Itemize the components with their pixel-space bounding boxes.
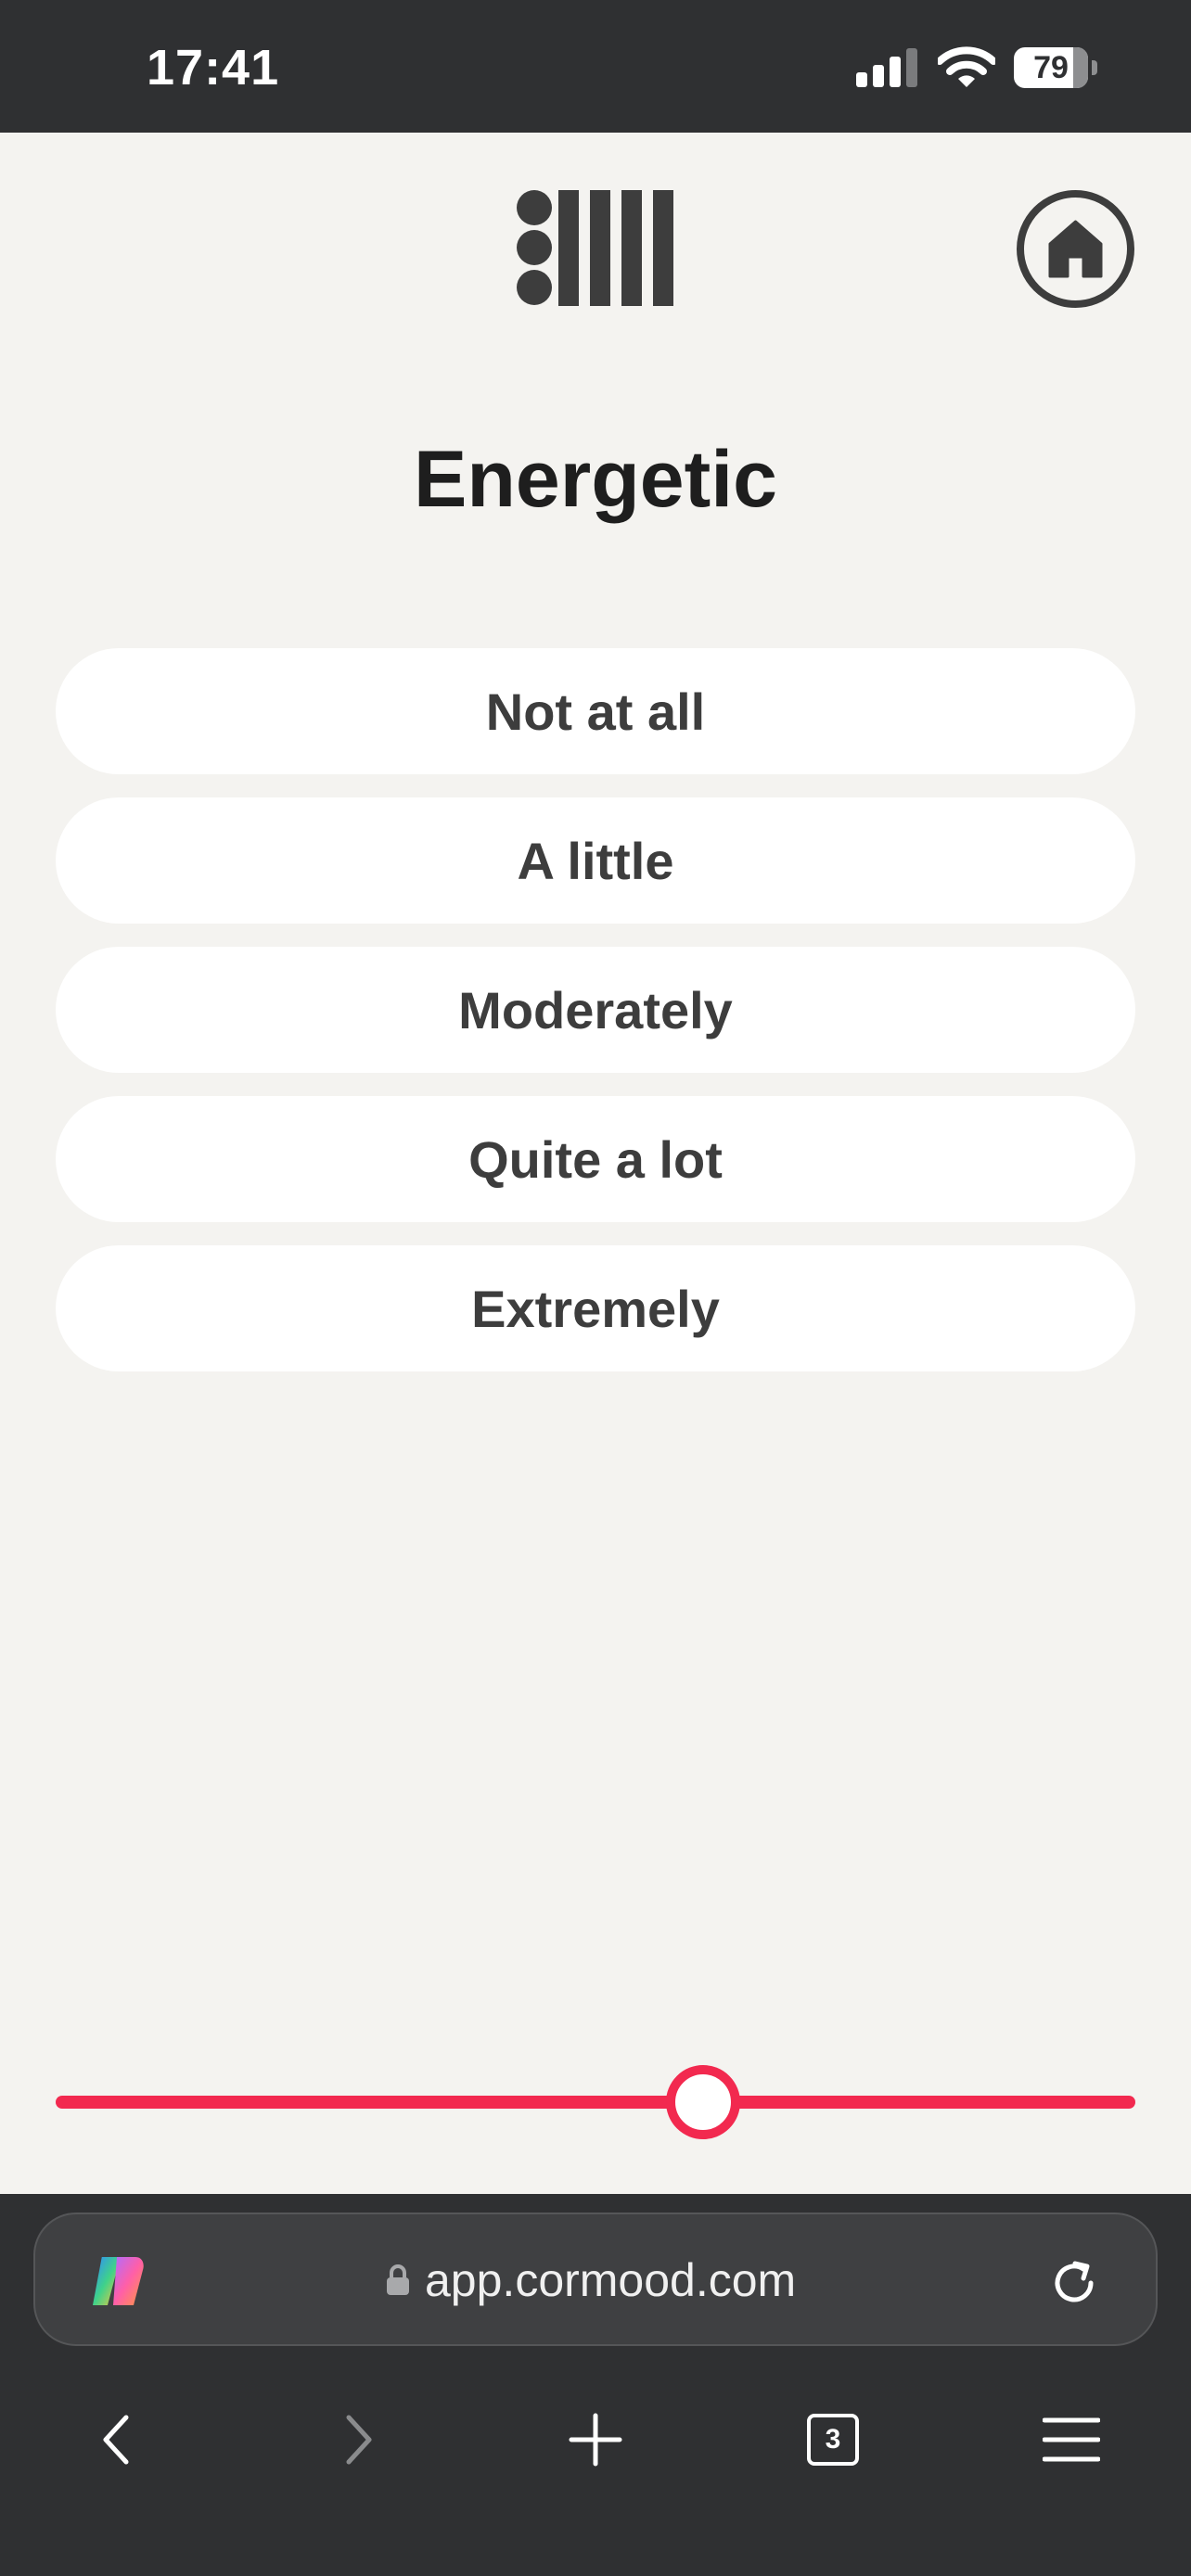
question-title: Energetic xyxy=(414,435,777,524)
brand-logo-icon xyxy=(517,190,673,306)
url-text[interactable]: app.cormood.com xyxy=(425,2253,796,2307)
answer-options: Not at all A little Moderately Quite a l… xyxy=(56,648,1135,1395)
intensity-slider[interactable] xyxy=(56,2065,1135,2139)
new-tab-icon xyxy=(569,2413,622,2467)
home-icon xyxy=(1048,220,1103,278)
new-tab-button[interactable] xyxy=(544,2389,647,2491)
battery-icon: 79 xyxy=(1014,47,1097,88)
back-button[interactable] xyxy=(66,2389,168,2491)
tabs-button[interactable]: 3 xyxy=(782,2389,884,2491)
slider-track[interactable] xyxy=(56,2096,1135,2109)
back-icon xyxy=(103,2415,129,2465)
cellular-signal-icon xyxy=(856,48,917,87)
app-content: Energetic Not at all A little Moderately… xyxy=(0,133,1191,2194)
option-not-at-all[interactable]: Not at all xyxy=(56,648,1135,774)
copilot-icon[interactable] xyxy=(89,2251,148,2311)
option-a-little[interactable]: A little xyxy=(56,797,1135,924)
battery-level: 79 xyxy=(1033,50,1069,85)
browser-toolbar: app.cormood.com 3 xyxy=(0,2194,1191,2576)
menu-button[interactable] xyxy=(1020,2389,1122,2491)
option-quite-a-lot[interactable]: Quite a lot xyxy=(56,1096,1135,1222)
forward-button[interactable] xyxy=(307,2389,409,2491)
status-bar: 17:41 79 xyxy=(0,0,1191,133)
lock-icon xyxy=(387,2264,409,2295)
option-extremely[interactable]: Extremely xyxy=(56,1245,1135,1371)
option-moderately[interactable]: Moderately xyxy=(56,947,1135,1073)
browser-nav-bar: 3 xyxy=(0,2389,1191,2491)
home-button[interactable] xyxy=(1017,190,1134,308)
address-bar[interactable]: app.cormood.com xyxy=(33,2213,1158,2346)
status-time: 17:41 xyxy=(147,40,280,96)
menu-icon xyxy=(1043,2417,1100,2462)
slider-thumb[interactable] xyxy=(666,2065,741,2139)
wifi-icon xyxy=(938,46,995,87)
tabs-icon: 3 xyxy=(807,2414,859,2466)
reload-icon[interactable] xyxy=(1046,2255,1102,2311)
forward-icon xyxy=(346,2415,372,2465)
